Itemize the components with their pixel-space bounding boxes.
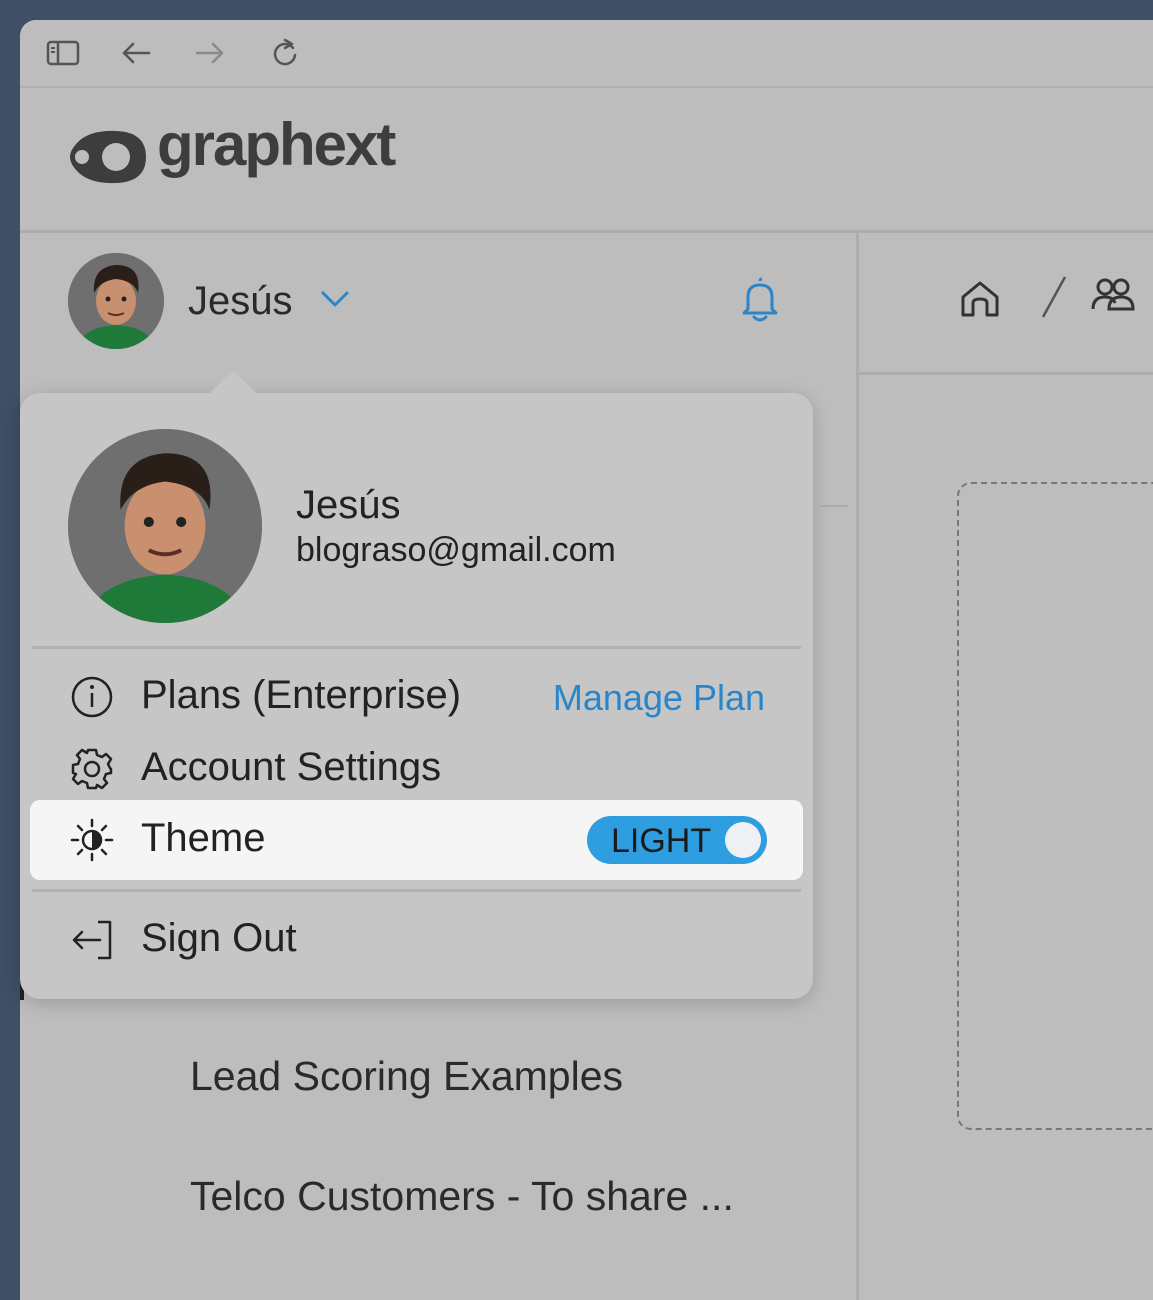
sidebar-toggle-icon[interactable]: [46, 36, 80, 70]
sun-icon: [70, 818, 114, 862]
toggle-knob: [725, 822, 761, 858]
chevron-down-icon[interactable]: [320, 289, 350, 314]
forward-arrow-icon[interactable]: [193, 36, 227, 70]
gear-icon: [70, 747, 114, 791]
avatar[interactable]: [68, 253, 164, 349]
plans-label: Plans (Enterprise): [141, 673, 462, 717]
app-logo-text: graphext: [157, 111, 396, 178]
menu-item-sign-out[interactable]: Sign Out: [30, 900, 803, 980]
theme-toggle[interactable]: LIGHT: [587, 816, 767, 864]
app-header: graphext: [20, 88, 1153, 233]
sidebar-divider: [820, 505, 848, 507]
graphext-logo-icon[interactable]: [68, 128, 148, 191]
profile-email: blograso@gmail.com: [296, 531, 616, 569]
list-item[interactable]: Telco Customers - To share ...: [190, 1173, 734, 1220]
info-icon: [70, 675, 114, 719]
menu-item-plans[interactable]: Plans (Enterprise) Manage Plan: [30, 657, 803, 737]
profile-name: Jesús: [296, 483, 401, 527]
dropzone-placeholder[interactable]: [957, 482, 1153, 1130]
theme-toggle-label: LIGHT: [611, 822, 712, 860]
breadcrumb: [859, 233, 1153, 375]
reload-icon[interactable]: [268, 36, 302, 70]
menu-divider: [32, 889, 801, 892]
breadcrumb-separator: [1039, 273, 1069, 326]
avatar: [68, 429, 262, 623]
user-dropdown-menu: Jesús blograso@gmail.com Plans (Enterpri…: [20, 369, 813, 999]
account-settings-label: Account Settings: [141, 745, 442, 789]
menu-item-account-settings[interactable]: Account Settings: [30, 729, 803, 809]
theme-label: Theme: [141, 816, 266, 860]
sign-out-label: Sign Out: [141, 916, 297, 960]
manage-plan-link[interactable]: Manage Plan: [553, 677, 765, 719]
menu-divider: [32, 646, 801, 649]
browser-toolbar: [20, 20, 1153, 88]
back-arrow-icon[interactable]: [119, 36, 153, 70]
home-icon[interactable]: [959, 279, 1001, 324]
menu-item-theme[interactable]: Theme LIGHT: [30, 800, 803, 880]
user-name: Jesús: [188, 279, 293, 323]
list-item[interactable]: Lead Scoring Examples: [190, 1053, 623, 1100]
user-menu-trigger[interactable]: Jesús: [68, 253, 808, 353]
users-icon[interactable]: [1089, 275, 1137, 320]
bell-icon[interactable]: [740, 277, 780, 328]
sign-out-icon: [70, 918, 114, 962]
